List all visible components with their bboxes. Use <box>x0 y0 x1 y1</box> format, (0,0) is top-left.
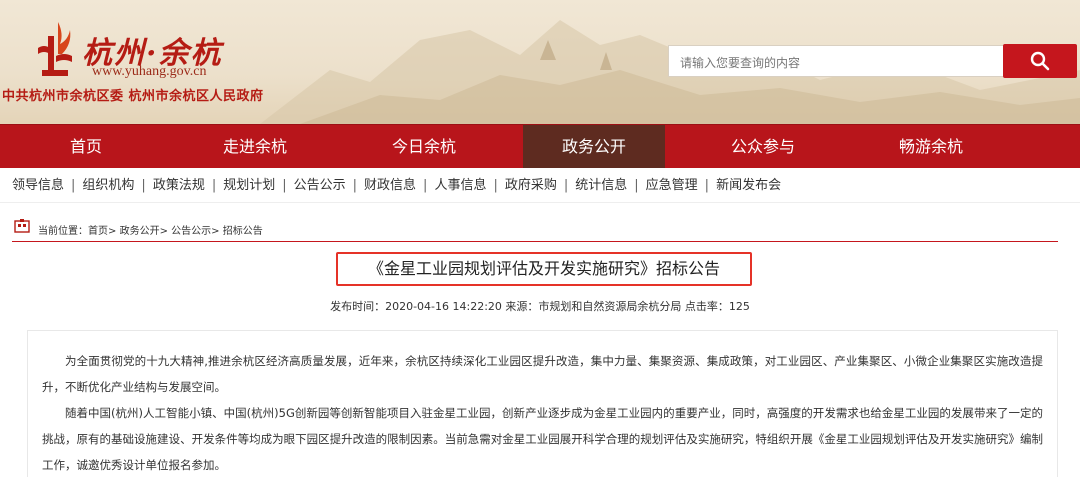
divider: | <box>634 178 639 193</box>
divider-line <box>12 241 1058 242</box>
nav-government-affairs[interactable]: 政务公开 <box>523 125 665 169</box>
article-paragraph: 随着中国(杭州)人工智能小镇、中国(杭州)5G创新园等创新智能项目入驻金星工业园… <box>42 406 1043 472</box>
location-icon <box>14 219 30 233</box>
nav-home[interactable]: 首页 <box>15 125 157 169</box>
article-paragraph: 为全面贯彻党的十九大精神,推进余杭区经济高质量发展，近年来，余杭区持续深化工业园… <box>42 354 1043 394</box>
divider: | <box>493 178 498 193</box>
article-title: 《金星工业园规划评估及开发实施研究》招标公告 <box>336 252 752 286</box>
government-name: 中共杭州市余杭区委 杭州市余杭区人民政府 <box>2 89 264 104</box>
subnav-announcements[interactable]: 公告公示 <box>294 178 346 193</box>
subnav-emergency[interactable]: 应急管理 <box>646 178 698 193</box>
subnav-statistics[interactable]: 统计信息 <box>575 178 627 193</box>
subnav-personnel[interactable]: 人事信息 <box>434 178 486 193</box>
divider: | <box>282 178 287 193</box>
breadcrumb: 当前位置：首页> 政务公开> 公告公示> 招标公告 <box>14 219 1074 237</box>
subnav-press[interactable]: 新闻发布会 <box>716 178 781 193</box>
nav-about-yuhang[interactable]: 走进余杭 <box>184 125 326 169</box>
divider: | <box>71 178 76 193</box>
search-icon <box>1030 51 1050 71</box>
breadcrumb-prefix: 当前位置： <box>38 226 88 237</box>
breadcrumb-home[interactable]: 首页 <box>88 226 108 237</box>
sub-nav: 领导信息 | 组织机构 | 政策法规 | 规划计划 | 公告公示 | 财政信息 | 人事信息 | 政府采购 |… <box>0 168 1080 203</box>
breadcrumb-separator: > <box>159 226 168 237</box>
breadcrumb-government-affairs[interactable]: 政务公开 <box>120 226 160 237</box>
breadcrumb-separator: > <box>108 226 117 237</box>
subnav-planning[interactable]: 规划计划 <box>223 178 275 193</box>
search-input[interactable]: 请输入您要查询的内容 <box>668 45 1004 77</box>
subnav-policies[interactable]: 政策法规 <box>153 178 205 193</box>
article-meta: 发布时间：2020-04-16 14:22:20 来源：市规划和自然资源局余杭分… <box>330 300 750 313</box>
breadcrumb-tender-notice[interactable]: 招标公告 <box>223 226 263 237</box>
nav-tour-yuhang[interactable]: 畅游余杭 <box>860 125 1002 169</box>
article-body: 为全面贯彻党的十九大精神,推进余杭区经济高质量发展，近年来，余杭区持续深化工业园… <box>27 330 1058 477</box>
subnav-organization[interactable]: 组织机构 <box>82 178 134 193</box>
nav-public-participation[interactable]: 公众参与 <box>692 125 834 169</box>
nav-today-yuhang[interactable]: 今日余杭 <box>353 125 495 169</box>
divider: | <box>563 178 569 193</box>
breadcrumb-separator: > <box>211 226 220 237</box>
search-button[interactable] <box>1003 44 1077 78</box>
divider: | <box>211 178 217 193</box>
emblem-icon <box>38 22 72 76</box>
divider: | <box>352 178 358 193</box>
subnav-leaders[interactable]: 领导信息 <box>12 178 64 193</box>
subnav-procurement[interactable]: 政府采购 <box>505 178 557 193</box>
divider: | <box>141 178 146 193</box>
divider: | <box>423 178 428 193</box>
subnav-finance[interactable]: 财政信息 <box>364 178 416 193</box>
main-nav: 首页 走进余杭 今日余杭 政务公开 公众参与 畅游余杭 <box>0 124 1080 169</box>
site-header: 杭州·余杭 www.yuhang.gov.cn 中共杭州市余杭区委 杭州市余杭区… <box>0 0 1080 124</box>
divider: | <box>704 178 710 193</box>
site-logo[interactable]: 杭州·余杭 www.yuhang.gov.cn <box>34 14 264 80</box>
breadcrumb-announcements[interactable]: 公告公示 <box>171 226 211 237</box>
logo-url: www.yuhang.gov.cn <box>92 64 207 79</box>
